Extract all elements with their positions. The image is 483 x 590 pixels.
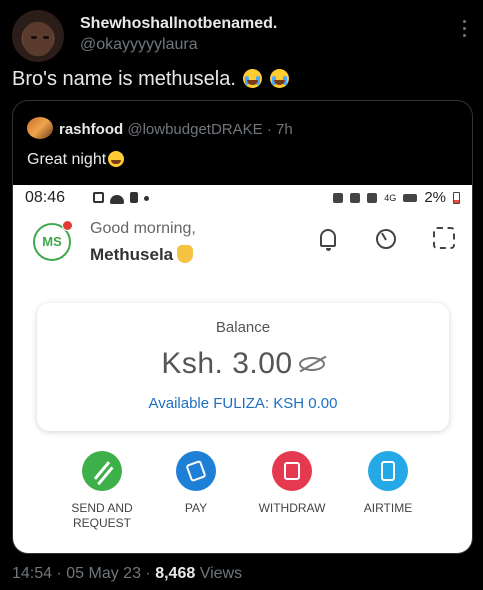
lock-icon [130,192,138,203]
status-notification-icons [93,192,149,204]
tweet-date[interactable]: 05 May 23 [66,565,141,582]
battery-icon [453,191,460,204]
quote-text: Great night [27,151,125,169]
quote-time: · 7h [266,121,293,138]
mute-icon [350,192,361,203]
quote-text-content: Great night [27,151,107,168]
fuliza-limit[interactable]: Available FULIZA: KSH 0.00 [37,395,449,412]
user-name-text: Methusela [90,245,174,264]
send-and-request-label: SEND AND REQUEST [71,501,133,530]
withdraw-button[interactable]: WITHDRAW [247,451,337,516]
airtime-label: AIRTIME [363,501,413,515]
views-label: Views [199,565,243,582]
waving-hand-icon [177,245,194,263]
quote-author: rashfood @lowbudgetDRAKE · 7h [59,121,293,138]
send-and-request-button[interactable]: SEND AND REQUEST [57,451,147,531]
tweet-metadata: 14:54 · 05 May 23 · 8,468 Views [12,565,243,582]
author-avatar[interactable] [12,10,64,62]
notification-badge [62,220,73,231]
balance-card: Balance Ksh. 3.00 Available FULIZA: KSH … [37,303,449,431]
tweet-text-content: Bro's name is methusela. [12,68,236,90]
signal-icon [403,193,418,202]
status-system-icons: 4G 2% [333,189,460,206]
pay-button[interactable]: PAY [151,451,241,516]
bell-icon[interactable] [320,229,336,251]
embedded-screenshot: 08:46 4G 2% MS Good morning, Methusela B… [13,185,472,553]
balance-amount-row: Ksh. 3.00 [37,347,449,381]
user-name: Methusela [90,245,194,265]
author-display-name[interactable]: Shewhoshallnotbenamed. [80,15,277,33]
pay-label: PAY [184,501,208,515]
alarm-icon [333,192,344,203]
balance-label: Balance [215,319,271,336]
views-count[interactable]: 8,468 [155,565,195,582]
airtime-button[interactable]: AIRTIME [343,451,433,516]
more-options-icon[interactable] [463,20,467,38]
cloud-icon [110,195,124,204]
worried-face-icon [108,151,125,167]
loudly-crying-face-icon [243,69,263,88]
tweet-text: Bro's name is methusela. [12,68,290,91]
gallery-icon [93,192,104,203]
tweet-time[interactable]: 14:54 [12,565,52,582]
author-handle[interactable]: @okayyyyylaura [80,36,198,54]
wifi-icon [367,192,378,203]
pay-icon [176,451,216,491]
send-request-icon [82,451,122,491]
quote-author-handle: @lowbudgetDRAKE [127,121,263,138]
notification-dot-icon [144,196,149,201]
pie-chart-icon[interactable] [376,229,396,249]
phone-icon [368,451,408,491]
status-time: 08:46 [25,189,66,206]
battery-percent: 2% [424,189,446,206]
withdraw-label: WITHDRAW [258,501,326,515]
quote-author-name: rashfood [59,121,124,138]
loudly-crying-face-icon [270,69,290,88]
eye-off-icon[interactable] [298,357,325,371]
network-type: 4G [384,192,397,203]
balance-amount: Ksh. 3.00 [161,347,293,380]
avatar-eye [43,36,49,39]
qr-scan-icon[interactable] [433,227,455,249]
quoted-tweet[interactable]: rashfood @lowbudgetDRAKE · 7h Great nigh… [12,100,473,554]
withdraw-icon [272,451,312,491]
avatar-face [23,22,53,56]
quote-author-avatar [27,117,53,139]
avatar-eye [31,36,37,39]
greeting: Good morning, [90,220,196,237]
